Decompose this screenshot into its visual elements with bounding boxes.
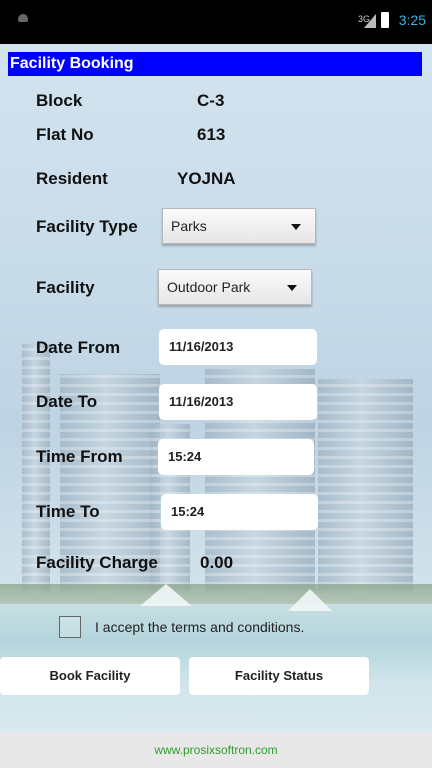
block-value: C-3 [197, 91, 225, 110]
notification-icon [18, 14, 28, 22]
resident-label: Resident [36, 169, 108, 188]
clock: 3:25 [398, 12, 426, 28]
time-to-field[interactable]: 15:24 [161, 494, 318, 530]
dropdown-arrow-icon [291, 224, 301, 230]
status-bar: 3G 3:25 [0, 0, 432, 44]
resident-value: YOJNA [177, 169, 236, 188]
date-from-label: Date From [36, 338, 121, 357]
terms-label[interactable]: I accept the terms and conditions. [95, 619, 304, 635]
background-building [318, 379, 413, 594]
facility-label: Facility [36, 278, 95, 297]
date-to-label: Date To [36, 392, 98, 411]
time-to-label: Time To [36, 502, 100, 521]
terms-checkbox[interactable] [59, 616, 81, 638]
book-facility-button[interactable]: Book Facility [0, 657, 180, 695]
signal-icon [364, 14, 376, 28]
time-from-field[interactable]: 15:24 [158, 439, 314, 475]
flat-no-label: Flat No [36, 125, 94, 144]
facility-type-dropdown[interactable]: Parks [162, 208, 316, 244]
booking-screen: Facility Booking Block C-3 Flat No 613 R… [0, 44, 432, 732]
dropdown-arrow-icon [287, 285, 297, 291]
flat-no-value: 613 [197, 125, 226, 144]
facility-type-label: Facility Type [36, 217, 138, 236]
background-canopy [288, 589, 332, 611]
page-title: Facility Booking [8, 52, 422, 76]
facility-charge-label: Facility Charge [36, 553, 158, 572]
date-to-field[interactable]: 11/16/2013 [159, 384, 317, 420]
footer-link[interactable]: www.prosixsoftron.com [0, 732, 432, 768]
facility-charge-value: 0.00 [200, 553, 234, 572]
facility-dropdown[interactable]: Outdoor Park [158, 269, 312, 305]
block-label: Block [36, 91, 83, 110]
facility-status-button[interactable]: Facility Status [189, 657, 369, 695]
time-from-label: Time From [36, 447, 123, 466]
facility-selected: Outdoor Park [167, 279, 251, 295]
background-canopy [140, 584, 192, 606]
battery-icon [381, 12, 389, 28]
date-from-field[interactable]: 11/16/2013 [159, 329, 317, 365]
facility-type-selected: Parks [171, 218, 207, 234]
